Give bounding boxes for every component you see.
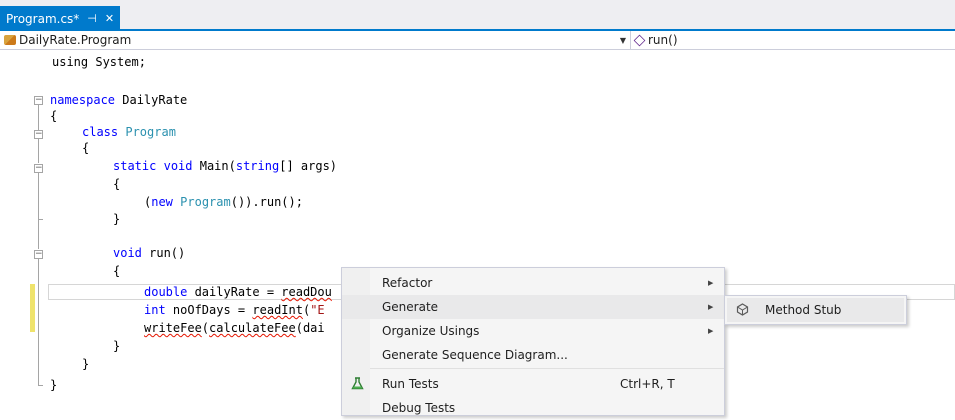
flask-icon [351, 377, 364, 393]
change-marker [30, 300, 35, 316]
code-line: using System; [52, 55, 146, 69]
document-tab-strip: Program.cs* ⊣ ✕ [0, 0, 955, 31]
outline-line [38, 139, 39, 163]
code-line: int noOfDays = readInt("E [144, 303, 325, 317]
collapse-class-icon[interactable]: − [34, 130, 43, 139]
menu-separator [370, 368, 724, 369]
shortcut-label: Ctrl+R, T [620, 377, 675, 391]
code-line: static void Main(string[] args) [113, 159, 338, 173]
code-line: } [113, 339, 121, 353]
class-icon [4, 35, 16, 45]
code-line: { [113, 264, 121, 278]
code-line: } [50, 378, 58, 392]
outline-end [38, 385, 43, 386]
code-line: (new Program()).run(); [144, 195, 303, 209]
code-line: } [82, 357, 90, 371]
member-dropdown-label: run() [648, 33, 678, 47]
type-dropdown[interactable]: DailyRate.Program [0, 31, 630, 49]
code-line: namespace DailyRate [50, 93, 188, 107]
chevron-down-icon[interactable]: ▼ [616, 31, 630, 49]
change-marker [30, 284, 35, 300]
menu-item-debug-tests[interactable]: Debug Tests [342, 396, 724, 420]
generate-submenu: Method Stub [724, 295, 907, 325]
change-marker [30, 316, 35, 332]
menu-item-organize-usings[interactable]: Organize Usings ▶ [342, 319, 724, 343]
navbar-divider [630, 31, 631, 49]
submenu-arrow-icon: ▶ [708, 303, 714, 311]
type-dropdown-label: DailyRate.Program [19, 33, 132, 47]
outline-line [38, 259, 39, 385]
code-line: writeFee(calculateFee(dai [144, 321, 325, 335]
code-line: class Program [82, 125, 176, 139]
method-stub-icon [736, 303, 749, 319]
menu-item-method-stub[interactable]: Method Stub [727, 298, 904, 322]
menu-item-run-tests[interactable]: Run Tests Ctrl+R, T [342, 372, 724, 396]
outline-line [38, 219, 39, 249]
collapse-run-icon[interactable]: − [34, 250, 43, 259]
code-line: { [113, 177, 121, 191]
collapse-namespace-icon[interactable]: − [34, 96, 43, 105]
menu-item-generate-sequence-diagram[interactable]: Generate Sequence Diagram... [342, 343, 724, 367]
menu-item-refactor[interactable]: Refactor ▶ [342, 271, 724, 295]
tab-title: Program.cs* [6, 11, 80, 26]
navigation-bar: DailyRate.Program ▼ run() [0, 31, 955, 50]
outline-line [38, 173, 39, 219]
code-line: double dailyRate = readDou [144, 285, 332, 299]
method-icon [633, 34, 646, 46]
tab-program-cs[interactable]: Program.cs* ⊣ ✕ [0, 6, 121, 31]
close-icon[interactable]: ✕ [105, 12, 114, 25]
code-line: } [113, 212, 121, 226]
code-line: void run() [113, 246, 186, 260]
submenu-arrow-icon: ▶ [708, 327, 714, 335]
menu-item-generate[interactable]: Generate ▶ [342, 295, 724, 319]
collapse-main-icon[interactable]: − [34, 164, 43, 173]
member-dropdown[interactable]: run() [633, 31, 678, 49]
pin-icon[interactable]: ⊣ [87, 12, 97, 25]
submenu-arrow-icon: ▶ [708, 279, 714, 287]
code-line: { [50, 109, 58, 123]
code-line: { [82, 141, 90, 155]
context-menu: Refactor ▶ Generate ▶ Organize Usings ▶ … [341, 267, 725, 416]
